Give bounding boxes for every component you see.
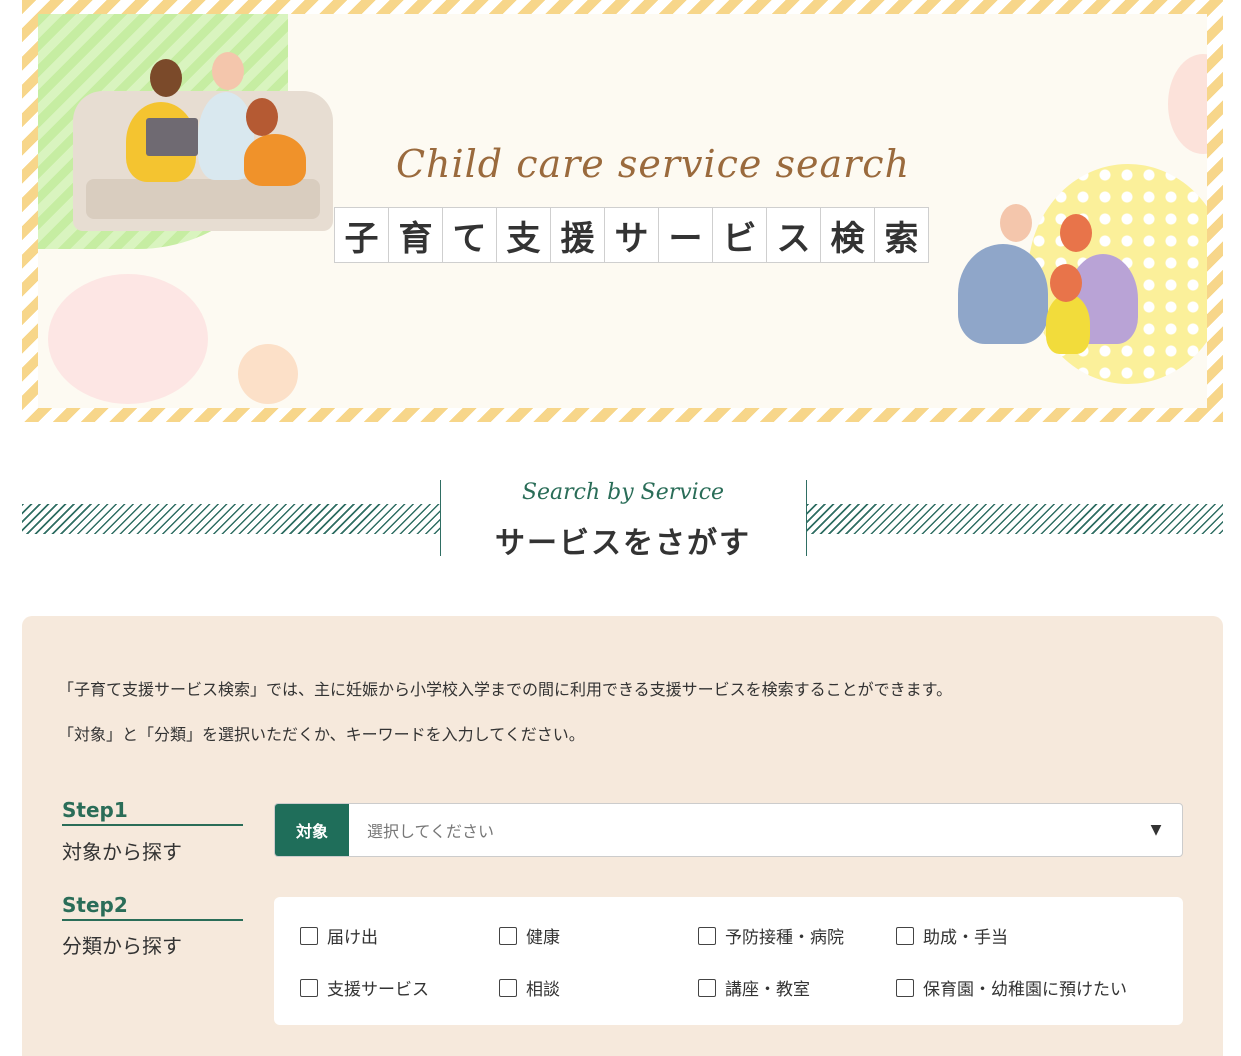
category-checkboxes: 届け出 健康 予防接種・病院 助成・手当 支援サービス 相談 講座・教室 保育園… — [274, 897, 1183, 1025]
child-head — [246, 98, 278, 136]
checkbox-icon[interactable] — [896, 926, 914, 945]
heading-hatch-right — [807, 504, 1223, 534]
category-label: 届け出 — [327, 928, 378, 948]
checkbox-icon[interactable] — [300, 926, 318, 945]
step1-title: 対象から探す — [62, 840, 182, 864]
heading-divider-right — [806, 480, 807, 556]
checkbox-icon[interactable] — [698, 978, 716, 997]
title-char-box: 支 — [496, 207, 551, 263]
laptop-icon — [146, 118, 198, 156]
section-heading: Search by Service サービスをさがす — [22, 480, 1223, 561]
category-checkbox[interactable]: 届け出 — [300, 923, 378, 948]
category-label: 講座・教室 — [725, 980, 810, 1000]
decor-pink-flower — [48, 274, 208, 404]
search-panel: 「子育て支援サービス検索」では、主に妊娠から小学校入学までの間に利用できる支援サ… — [22, 616, 1223, 1056]
heading-hatch-left — [22, 504, 440, 534]
step1-label: Step1 — [62, 798, 243, 826]
checkbox-icon[interactable] — [499, 926, 517, 945]
hero-illustration: Child care service search 子育て支援サービス検索 — [38, 14, 1207, 408]
checkbox-icon[interactable] — [896, 978, 914, 997]
title-char-box: て — [442, 207, 497, 263]
target-select[interactable]: 対象 選択してください ▼ — [274, 803, 1183, 857]
category-checkbox[interactable]: 助成・手当 — [896, 923, 1008, 948]
category-label: 健康 — [526, 928, 560, 948]
decor-pink-leaf — [1168, 54, 1207, 154]
title-char-box: 子 — [334, 207, 389, 263]
category-checkbox[interactable]: 講座・教室 — [698, 975, 810, 1000]
chevron-down-icon[interactable]: ▼ — [1130, 804, 1182, 856]
category-label: 助成・手当 — [923, 928, 1008, 948]
child-right-head — [1050, 264, 1082, 302]
title-char-box: ス — [766, 207, 821, 263]
category-label: 保育園・幼稚園に預けたい — [923, 980, 1127, 1000]
father-right-figure — [958, 244, 1048, 344]
title-char-box: 援 — [550, 207, 605, 263]
title-char-box: サ — [604, 207, 659, 263]
section-subtitle: Search by Service — [521, 480, 725, 505]
title-char-box: 育 — [388, 207, 443, 263]
category-label: 支援サービス — [327, 980, 429, 1000]
category-label: 相談 — [526, 980, 560, 1000]
step2-title: 分類から探す — [62, 934, 182, 958]
category-checkbox[interactable]: 支援サービス — [300, 975, 429, 1000]
mother-head — [150, 59, 182, 97]
child-right-figure — [1046, 294, 1090, 354]
checkbox-icon[interactable] — [499, 978, 517, 997]
title-char-box: ー — [658, 207, 713, 263]
category-checkbox[interactable]: 健康 — [499, 923, 560, 948]
hero-title-english: Child care service search — [395, 142, 911, 186]
category-checkbox[interactable]: 保育園・幼稚園に預けたい — [896, 975, 1127, 1000]
intro-text-1: 「子育て支援サービス検索」では、主に妊娠から小学校入学までの間に利用できる支援サ… — [58, 680, 953, 699]
target-select-value[interactable]: 選択してください — [349, 804, 1130, 856]
hero-title-japanese: 子育て支援サービス検索 — [334, 207, 929, 263]
title-char-box: ビ — [712, 207, 767, 263]
category-checkbox[interactable]: 相談 — [499, 975, 560, 1000]
hero-banner: Child care service search 子育て支援サービス検索 — [22, 0, 1223, 422]
title-char-box: 検 — [820, 207, 875, 263]
checkbox-icon[interactable] — [300, 978, 318, 997]
intro-text-2: 「対象」と「分類」を選択いただくか、キーワードを入力してください。 — [58, 725, 585, 744]
child-figure — [244, 134, 306, 186]
step2-label: Step2 — [62, 893, 243, 921]
decor-peach-flower — [238, 344, 298, 404]
father-head — [212, 52, 244, 90]
section-title: サービスをさがす — [495, 526, 751, 561]
target-select-tag: 対象 — [275, 804, 349, 856]
father-right-head — [1000, 204, 1032, 242]
mother-right-head — [1060, 214, 1092, 252]
title-char-box: 索 — [874, 207, 929, 263]
checkbox-icon[interactable] — [698, 926, 716, 945]
category-label: 予防接種・病院 — [725, 928, 844, 948]
category-checkbox[interactable]: 予防接種・病院 — [698, 923, 844, 948]
